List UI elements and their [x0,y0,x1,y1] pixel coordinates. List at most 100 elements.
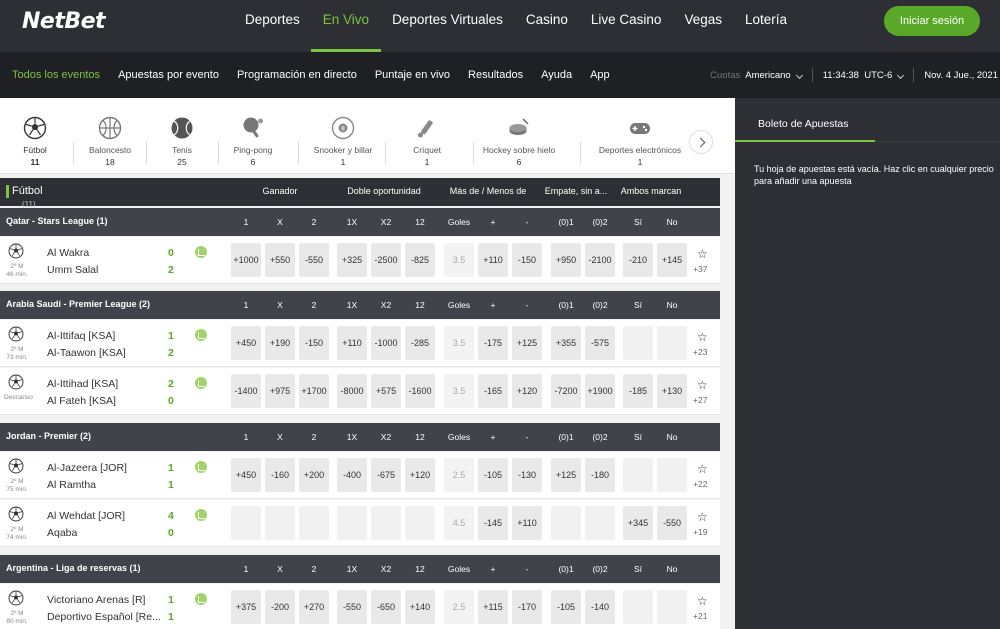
nav-item-0[interactable]: Deportes [245,0,300,52]
odds-button[interactable]: +975 [265,374,295,408]
odds-button[interactable]: +125 [551,458,581,492]
odds-button[interactable]: -145 [478,506,508,540]
stats-icon[interactable] [195,329,207,341]
sport-filter-ping-pong[interactable]: Ping-pong 6 [208,116,298,167]
odds-button[interactable]: -160 [265,458,295,492]
odds-button[interactable]: -550 [337,590,367,624]
odds-button[interactable]: +190 [265,326,295,360]
odds-button[interactable]: +140 [405,590,435,624]
odds-button[interactable]: +270 [299,590,329,624]
odds-button[interactable]: +200 [299,458,329,492]
nav-item-1[interactable]: En Vivo [310,0,382,52]
star-icon[interactable]: ☆ [697,462,708,476]
odds-button[interactable]: -550 [299,243,329,277]
odds-button[interactable]: -130 [512,458,542,492]
odds-button[interactable]: +450 [231,326,261,360]
subnav-item-3[interactable]: Puntaje en vivo [375,69,450,81]
subnav-item-1[interactable]: Apuestas por evento [118,69,219,81]
odds-button[interactable]: +125 [512,326,542,360]
bet-slip-tab[interactable]: Boleto de Apuestas [735,106,875,142]
odds-button[interactable]: +1700 [299,374,329,408]
odds-button[interactable]: -7200 [551,374,581,408]
home-team[interactable]: Al-Jazeera [JOR] [47,462,127,474]
odds-button[interactable]: +345 [623,506,653,540]
nav-item-6[interactable]: Lotería [745,0,787,52]
away-team[interactable]: Al Fateh [KSA] [47,395,116,407]
odds-button[interactable]: -650 [371,590,401,624]
odds-button[interactable]: +1900 [585,374,615,408]
more-markets-link[interactable]: +19 [693,527,707,537]
away-team[interactable]: Aqaba [47,527,77,539]
odds-button[interactable]: +550 [265,243,295,277]
odds-button[interactable]: -575 [585,326,615,360]
sport-filter-gamepad[interactable]: Deportes electrónicos 1 [595,116,685,167]
nav-item-4[interactable]: Live Casino [591,0,662,52]
odds-button[interactable]: -140 [585,590,615,624]
home-team[interactable]: Al Wakra [47,247,89,259]
odds-button[interactable]: +145 [657,243,687,277]
away-team[interactable]: Deportivo Español [Re... [47,611,161,623]
odds-button[interactable]: -185 [623,374,653,408]
odds-button[interactable]: +450 [231,458,261,492]
event-row[interactable]: 2º M 73 min. Al-Ittifaq [KSA] Al-Taawon [KS… [0,320,720,367]
subnav-item-0[interactable]: Todos los eventos [12,69,100,81]
star-icon[interactable]: ☆ [697,510,708,524]
stats-icon[interactable] [195,377,207,389]
home-team[interactable]: Al-Ittihad [KSA] [47,378,118,390]
event-row[interactable]: 2º M 74 min. Al Wehdat [JOR] Aqaba 4 0 4.5 -145… [0,500,720,547]
odds-button[interactable]: +115 [478,590,508,624]
nav-item-2[interactable]: Deportes Virtuales [392,0,503,52]
odds-button[interactable]: +120 [512,374,542,408]
odds-button[interactable]: -8000 [337,374,367,408]
more-markets-link[interactable]: +37 [693,264,707,274]
star-icon[interactable]: ☆ [697,378,708,392]
star-icon[interactable]: ☆ [697,594,708,608]
odds-button[interactable]: -175 [478,326,508,360]
netbet-logo[interactable]: NetBet [22,9,106,34]
login-button[interactable]: Iniciar sesión [884,6,980,36]
event-row[interactable]: 2º M 80 min. Victoriano Arenas [R] Deportiv… [0,584,720,629]
odds-button[interactable]: -150 [512,243,542,277]
star-icon[interactable]: ☆ [697,247,708,261]
odds-button[interactable]: +110 [337,326,367,360]
stats-icon[interactable] [195,246,207,258]
odds-button[interactable]: +375 [231,590,261,624]
odds-button[interactable]: -210 [623,243,653,277]
odds-button[interactable]: -200 [265,590,295,624]
subnav-item-2[interactable]: Programación en directo [237,69,357,81]
odds-button[interactable]: -675 [371,458,401,492]
odds-button[interactable]: -400 [337,458,367,492]
odds-button[interactable]: -2500 [371,243,401,277]
odds-button[interactable]: -180 [585,458,615,492]
odds-button[interactable]: -170 [512,590,542,624]
odds-button[interactable]: +1000 [231,243,261,277]
home-team[interactable]: Victoriano Arenas [R] [47,594,145,606]
odds-button[interactable]: +325 [337,243,367,277]
stats-icon[interactable] [195,461,207,473]
odds-button[interactable]: -1600 [405,374,435,408]
odds-button[interactable]: +120 [405,458,435,492]
odds-button[interactable]: -825 [405,243,435,277]
odds-button[interactable]: -550 [657,506,687,540]
odds-button[interactable]: +575 [371,374,401,408]
event-row[interactable]: 2º M 75 min. Al-Jazeera [JOR] Al Ramtha 1 1 +4… [0,452,720,499]
stats-icon[interactable] [195,593,207,605]
subnav-item-6[interactable]: App [590,69,610,81]
away-team[interactable]: Al-Taawon [KSA] [47,347,126,359]
more-markets-link[interactable]: +27 [693,395,707,405]
home-team[interactable]: Al Wehdat [JOR] [47,510,125,522]
odds-button[interactable]: -150 [299,326,329,360]
star-icon[interactable]: ☆ [697,330,708,344]
event-row[interactable]: 2º M 46 min. Al Wakra Umm Salal 0 2 +1000 +550-… [0,237,720,284]
sport-filter-cricket-bat[interactable]: Críquet 1 [382,116,472,167]
more-markets-link[interactable]: +23 [693,347,707,357]
odds-button[interactable]: -105 [478,458,508,492]
odds-button[interactable]: -105 [551,590,581,624]
stats-icon[interactable] [195,509,207,521]
scroll-right-button[interactable] [689,130,713,154]
odds-button[interactable]: +110 [478,243,508,277]
odds-button[interactable]: -165 [478,374,508,408]
event-row[interactable]: Descanso Al-Ittihad [KSA] Al Fateh [KSA] 2 0… [0,368,720,415]
sport-filter-hockey-puck[interactable]: Hockey sobre hielo 6 [474,116,564,167]
subnav-item-4[interactable]: Resultados [468,69,523,81]
